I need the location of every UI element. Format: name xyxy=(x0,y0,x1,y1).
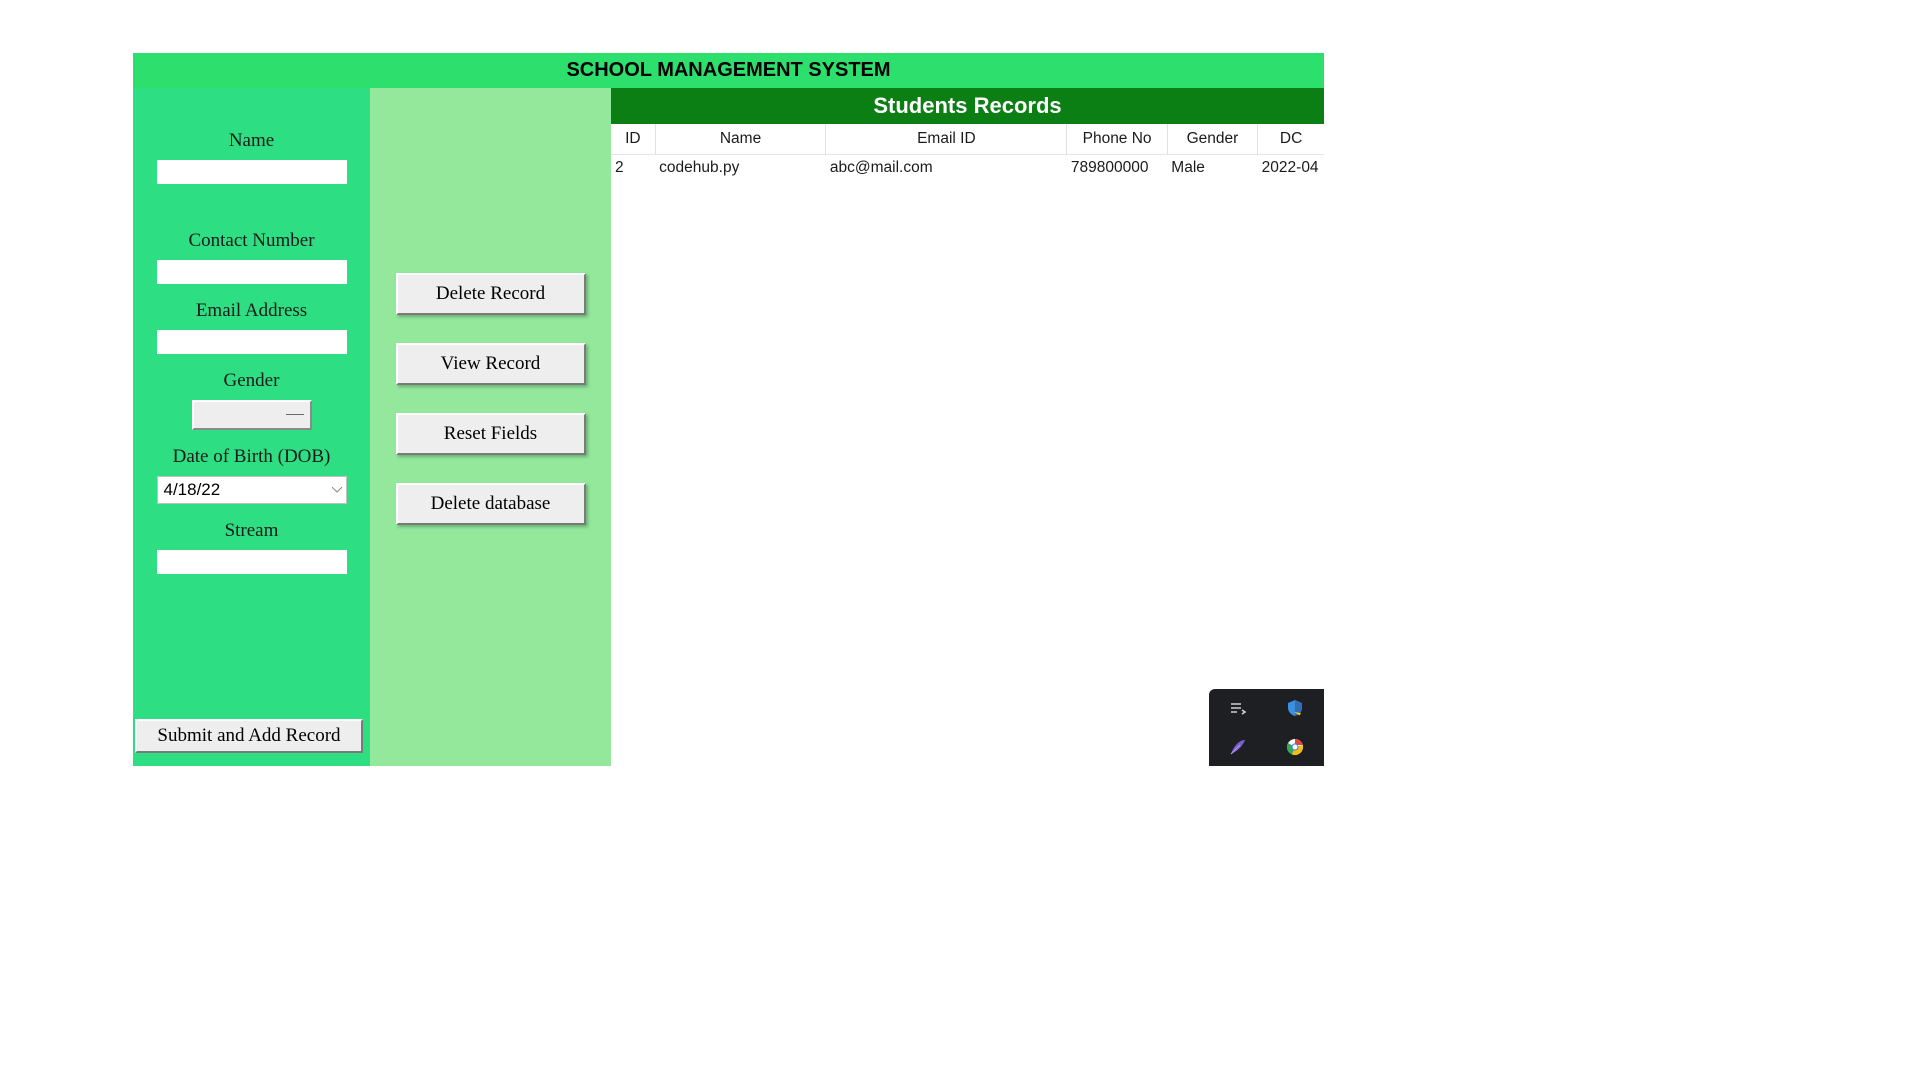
reset-fields-label: Reset Fields xyxy=(444,423,537,445)
dob-value: 4/18/22 xyxy=(164,480,221,500)
queue-icon[interactable] xyxy=(1228,698,1248,718)
cell-gender: Male xyxy=(1167,155,1257,182)
stream-group: Stream xyxy=(133,520,370,574)
app-title-bar: SCHOOL MANAGEMENT SYSTEM xyxy=(133,53,1324,88)
stream-label: Stream xyxy=(225,520,279,542)
gender-dropdown[interactable] xyxy=(192,400,312,430)
records-panel: Students Records ID Name Email ID Phone … xyxy=(611,88,1324,766)
stream-input[interactable] xyxy=(157,550,347,574)
delete-record-label: Delete Record xyxy=(436,283,545,305)
email-label: Email Address xyxy=(196,300,307,322)
col-header-name[interactable]: Name xyxy=(655,124,826,155)
reset-fields-button[interactable]: Reset Fields xyxy=(396,413,586,455)
delete-database-label: Delete database xyxy=(431,493,551,515)
view-record-button[interactable]: View Record xyxy=(396,343,586,385)
col-header-gender[interactable]: Gender xyxy=(1167,124,1257,155)
cell-id: 2 xyxy=(611,155,655,182)
contact-group: Contact Number xyxy=(133,230,370,284)
table-row[interactable]: 2 codehub.py abc@mail.com 789800000 Male… xyxy=(611,155,1324,182)
dob-label: Date of Birth (DOB) xyxy=(173,446,331,468)
contact-label: Contact Number xyxy=(188,230,314,252)
name-label: Name xyxy=(229,130,274,152)
app-window: SCHOOL MANAGEMENT SYSTEM Name Contact Nu… xyxy=(133,53,1324,766)
security-shield-icon[interactable] xyxy=(1285,698,1305,718)
chrome-icon[interactable] xyxy=(1285,737,1305,757)
col-header-id[interactable]: ID xyxy=(611,124,655,155)
view-record-label: View Record xyxy=(441,353,541,375)
records-title: Students Records xyxy=(873,93,1061,119)
name-input[interactable] xyxy=(157,160,347,184)
dob-datepicker[interactable]: 4/18/22 xyxy=(157,476,347,504)
submit-add-button[interactable]: Submit and Add Record xyxy=(135,719,363,753)
contact-input[interactable] xyxy=(157,260,347,284)
records-table-wrap: ID Name Email ID Phone No Gender DC 2 co… xyxy=(611,124,1324,766)
cell-phone: 789800000 xyxy=(1067,155,1167,182)
body-area: Name Contact Number Email Address Gender… xyxy=(133,88,1324,766)
feather-icon[interactable] xyxy=(1228,737,1248,757)
gender-label: Gender xyxy=(224,370,280,392)
col-header-phone[interactable]: Phone No xyxy=(1067,124,1167,155)
records-table: ID Name Email ID Phone No Gender DC 2 co… xyxy=(611,124,1324,181)
email-group: Email Address xyxy=(133,300,370,354)
delete-record-button[interactable]: Delete Record xyxy=(396,273,586,315)
email-input[interactable] xyxy=(157,330,347,354)
app-title: SCHOOL MANAGEMENT SYSTEM xyxy=(566,59,890,82)
cell-email: abc@mail.com xyxy=(826,155,1067,182)
col-header-email[interactable]: Email ID xyxy=(826,124,1067,155)
records-title-bar: Students Records xyxy=(611,88,1324,124)
taskbar-tray xyxy=(1209,689,1324,766)
form-panel: Name Contact Number Email Address Gender… xyxy=(133,88,370,766)
delete-database-button[interactable]: Delete database xyxy=(396,483,586,525)
cell-dob: 2022-04 xyxy=(1258,155,1324,182)
col-header-dob[interactable]: DC xyxy=(1258,124,1324,155)
name-group: Name xyxy=(133,130,370,184)
actions-panel: Delete Record View Record Reset Fields D… xyxy=(370,88,611,766)
gender-group: Gender xyxy=(133,370,370,430)
chevron-down-icon xyxy=(332,485,342,495)
cell-name: codehub.py xyxy=(655,155,826,182)
table-header-row: ID Name Email ID Phone No Gender DC xyxy=(611,124,1324,155)
dob-group: Date of Birth (DOB) 4/18/22 xyxy=(133,446,370,504)
dropdown-indicator-icon xyxy=(286,414,304,415)
submit-add-label: Submit and Add Record xyxy=(157,725,340,747)
